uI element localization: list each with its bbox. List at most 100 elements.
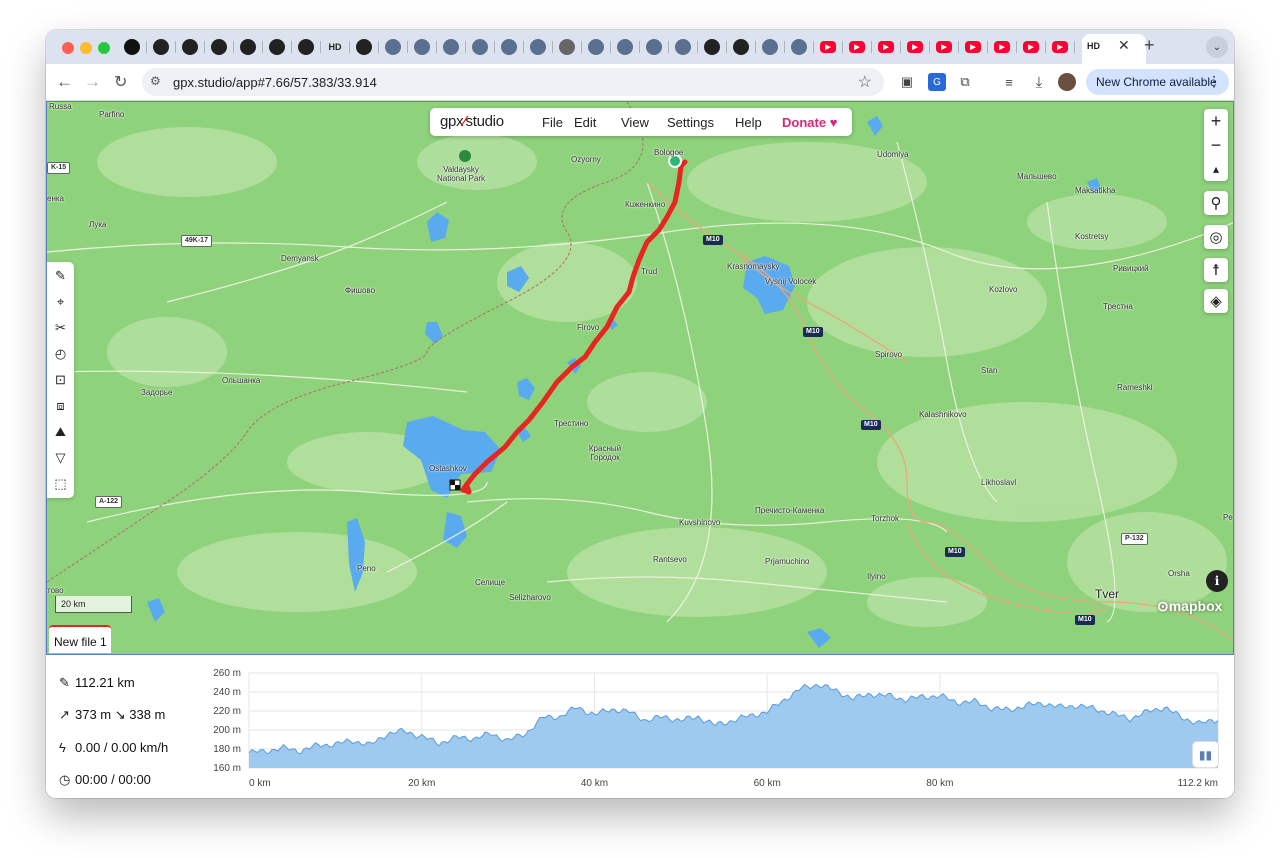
bookmark-star-icon[interactable]: ☆ xyxy=(858,72,872,92)
tab-app-icon[interactable] xyxy=(588,39,604,55)
tab-github-icon[interactable] xyxy=(240,39,256,55)
calendar-clock-icon[interactable]: ◴ xyxy=(52,345,69,362)
extension-icon[interactable]: G xyxy=(928,73,946,91)
chart-options-icon[interactable]: ▮▮ xyxy=(1193,742,1218,767)
tab-strip: HD▶▶▶▶▶▶▶▶▶HD HD ✕ + ⌄ xyxy=(46,30,1234,64)
tab-youtube-icon[interactable]: ▶ xyxy=(878,41,894,53)
menu-view[interactable]: View xyxy=(621,115,649,130)
download-icon[interactable]: ⤓ xyxy=(1030,73,1048,91)
tab-app-icon[interactable] xyxy=(385,39,401,55)
donate-button[interactable]: Donate ♥ xyxy=(782,115,837,130)
tab-app-icon[interactable] xyxy=(791,39,807,55)
layers-icon[interactable]: ◈ xyxy=(1204,289,1228,313)
pencil-icon[interactable]: ✎ xyxy=(52,267,69,284)
y-tick-label: 220 m xyxy=(213,706,241,717)
info-icon[interactable]: i xyxy=(1206,570,1228,592)
tab-youtube-icon[interactable]: ▶ xyxy=(849,41,865,53)
tab-youtube-icon[interactable]: ▶ xyxy=(907,41,923,53)
place-label: Vysnij Volocek xyxy=(765,277,817,286)
tab-openai-icon[interactable] xyxy=(124,39,140,55)
tab-youtube-icon[interactable]: ▶ xyxy=(820,41,836,53)
tab-app-icon[interactable] xyxy=(530,39,546,55)
tab-app-icon[interactable] xyxy=(675,39,691,55)
tab-wikipedia-icon[interactable] xyxy=(559,39,575,55)
tab-app-icon[interactable] xyxy=(762,39,778,55)
tab-github-icon[interactable] xyxy=(733,39,749,55)
close-tab-icon[interactable]: ✕ xyxy=(1118,37,1130,54)
tab-github-icon[interactable] xyxy=(153,39,169,55)
tab-github-icon[interactable] xyxy=(298,39,314,55)
tab-separator xyxy=(784,41,785,53)
tab-search-button[interactable]: ⌄ xyxy=(1206,36,1228,58)
tab-github-icon[interactable] xyxy=(356,39,372,55)
street-view-icon[interactable]: ☨ xyxy=(1204,258,1228,282)
tab-app-icon[interactable] xyxy=(501,39,517,55)
zoom-out-button[interactable]: − xyxy=(1211,133,1222,157)
place-label: Лука xyxy=(89,220,107,229)
road-shield: M10 xyxy=(945,547,965,557)
road-shield: M10 xyxy=(1075,615,1095,625)
extensions-puzzle-icon[interactable]: ⧉ xyxy=(956,73,974,91)
gpx-studio-logo[interactable]: gpx⁄studio xyxy=(440,113,504,130)
tab-separator xyxy=(900,41,901,53)
place-label: Kalashnikovo xyxy=(919,410,967,419)
scan-icon[interactable]: ⊡ xyxy=(52,371,69,388)
tab-github-icon[interactable] xyxy=(269,39,285,55)
minimize-window-button[interactable] xyxy=(80,42,92,54)
scissors-icon[interactable]: ✂ xyxy=(52,319,69,336)
tab-github-icon[interactable] xyxy=(211,39,227,55)
locate-icon[interactable]: ◎ xyxy=(1204,225,1228,249)
place-label: Firovo xyxy=(577,323,600,332)
compass-icon[interactable]: ▴ xyxy=(1213,157,1219,181)
site-info-icon[interactable]: ⚙ xyxy=(150,74,161,88)
cast-icon[interactable]: ▣ xyxy=(898,73,916,91)
place-label: Maksatikha xyxy=(1075,186,1116,195)
select-area-icon[interactable]: ⬚ xyxy=(52,475,69,492)
reload-button[interactable]: ↻ xyxy=(114,72,127,92)
filter-icon[interactable]: ▽ xyxy=(52,449,69,466)
maximize-window-button[interactable] xyxy=(98,42,110,54)
map-pin-icon[interactable]: ⌖ xyxy=(52,293,69,310)
more-menu-icon[interactable]: ⋮ xyxy=(1207,73,1221,90)
menu-settings[interactable]: Settings xyxy=(667,115,714,130)
back-button[interactable]: ← xyxy=(56,72,73,92)
close-window-button[interactable] xyxy=(62,42,74,54)
tab-github-icon[interactable] xyxy=(182,39,198,55)
tab-app-icon[interactable] xyxy=(617,39,633,55)
tab-app-icon[interactable] xyxy=(646,39,662,55)
new-tab-button[interactable]: + xyxy=(1144,35,1155,56)
forward-button[interactable]: → xyxy=(84,72,101,92)
tab-github-icon[interactable] xyxy=(704,39,720,55)
elevation-panel: ✎ 112.21 km ↗ 373 m ↘ 338 m ϟ 0.00 / 0.00 k… xyxy=(46,655,1234,798)
elevation-chart[interactable]: 260 m 240 m 220 m 200 m 180 m 160 m 0 km 20 km 4… xyxy=(196,655,1226,798)
menu-file[interactable]: File xyxy=(542,115,563,130)
mapbox-logo[interactable]: ⊙mapbox xyxy=(1157,598,1222,615)
zoom-in-button[interactable]: + xyxy=(1211,109,1222,133)
tab-separator xyxy=(175,41,176,53)
menu-help[interactable]: Help xyxy=(735,115,762,130)
chrome-update-button[interactable]: New Chrome available ⋮ xyxy=(1086,69,1229,95)
search-icon[interactable]: ⚲ xyxy=(1204,191,1228,215)
tab-youtube-icon[interactable]: ▶ xyxy=(1023,41,1039,53)
tab-youtube-icon[interactable]: ▶ xyxy=(936,41,952,53)
tab-app-icon[interactable] xyxy=(472,39,488,55)
merge-icon[interactable]: ⧈ xyxy=(52,397,69,414)
address-bar[interactable]: ⚙ gpx.studio/app#7.66/57.383/33.914 ☆ xyxy=(142,68,884,96)
x-tick-label: 60 km xyxy=(754,778,781,789)
tab-app-icon[interactable] xyxy=(443,39,459,55)
stat-time: ◷ 00:00 / 00:00 xyxy=(59,772,151,787)
app-menubar: gpx⁄studio File Edit View Settings Help … xyxy=(430,108,852,136)
reading-list-icon[interactable]: ≡ xyxy=(1000,73,1018,91)
menu-edit[interactable]: Edit xyxy=(574,115,596,130)
mountain-icon[interactable]: ⛰ xyxy=(52,423,69,440)
file-tab[interactable]: New file 1 xyxy=(49,625,111,653)
tab-app-icon[interactable] xyxy=(414,39,430,55)
profile-avatar[interactable] xyxy=(1058,73,1076,91)
tab-youtube-icon[interactable]: ▶ xyxy=(994,41,1010,53)
tab-youtube-icon[interactable]: ▶ xyxy=(1052,41,1068,53)
tab-youtube-icon[interactable]: ▶ xyxy=(965,41,981,53)
place-label: Kuvshinovo xyxy=(679,518,721,527)
place-label: Peno xyxy=(357,564,376,573)
tab-hd-badge[interactable]: HD xyxy=(327,39,343,55)
map-canvas[interactable]: Russa Parfino Valdaysky National Park Ozyor… xyxy=(46,101,1234,655)
